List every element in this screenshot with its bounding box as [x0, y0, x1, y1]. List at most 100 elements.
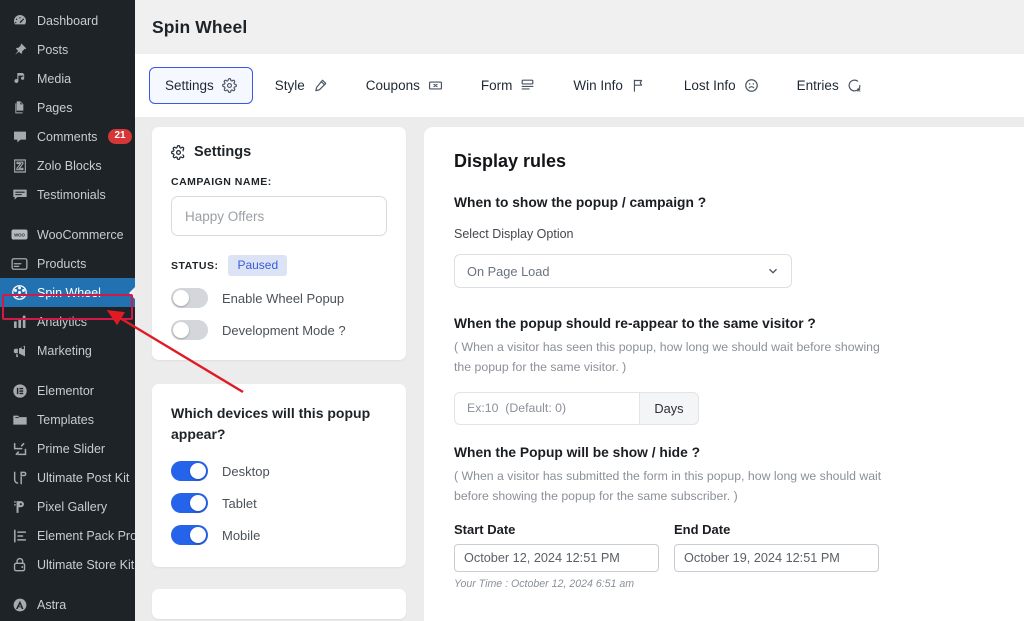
- devices-question: Which devices will this popup appear?: [171, 405, 371, 442]
- sidebar-item-dashboard[interactable]: Dashboard: [0, 6, 135, 35]
- device-tablet-toggle[interactable]: [171, 493, 208, 513]
- sidebar-item-label: Dashboard: [37, 13, 99, 28]
- sidebar-item-label: Ultimate Post Kit: [37, 470, 130, 485]
- reappear-question: When the popup should re-appear to the s…: [454, 316, 816, 331]
- end-date-col: End Date: [674, 522, 879, 572]
- reappear-days-input[interactable]: [454, 391, 639, 425]
- setting-development-mode--toggle[interactable]: [171, 320, 208, 340]
- status-badge: Paused: [228, 255, 288, 276]
- sidebar-item-media[interactable]: Media: [0, 64, 135, 93]
- display-rules-panel: Display rules When to show the popup / c…: [424, 127, 1024, 621]
- admin-sidebar: Dashboard Posts Media Pages Comments 21 Zolo B…: [0, 0, 135, 621]
- toggle-knob: [190, 495, 206, 511]
- reappear-days-group: Days: [454, 391, 699, 425]
- tab-form[interactable]: Form: [465, 67, 552, 104]
- end-date-label: End Date: [674, 521, 731, 537]
- app-root: Dashboard Posts Media Pages Comments 21 Zolo B…: [0, 0, 1024, 621]
- setting-label: Enable Wheel Popup: [222, 290, 345, 306]
- tab-label: Entries: [796, 78, 839, 93]
- spin-wheel-icon: [11, 284, 28, 301]
- products-icon: [11, 255, 28, 272]
- sidebar-item-elementor[interactable]: Elementor: [0, 376, 135, 405]
- comment-icon: [11, 128, 28, 145]
- status-label: STATUS:: [171, 259, 219, 272]
- templates-icon: [11, 411, 28, 428]
- gear-icon: [171, 144, 186, 160]
- sidebar-item-pixel-gallery[interactable]: Pixel Gallery: [0, 492, 135, 521]
- sidebar-item-label: Prime Slider: [37, 441, 106, 456]
- sad-face-icon: [744, 78, 759, 93]
- sidebar-item-templates[interactable]: Templates: [0, 405, 135, 434]
- sidebar-item-pages[interactable]: Pages: [0, 93, 135, 122]
- sidebar-item-posts[interactable]: Posts: [0, 35, 135, 64]
- sidebar-item-zolo-blocks[interactable]: Zolo Blocks: [0, 151, 135, 180]
- sidebar-item-label: Zolo Blocks: [37, 158, 102, 173]
- tab-label: Style: [274, 78, 305, 93]
- form-icon: [520, 78, 535, 93]
- sidebar-item-label: Testimonials: [37, 187, 106, 202]
- settings-card-header: Settings: [171, 144, 387, 160]
- display-option-value: On Page Load: [467, 263, 550, 279]
- sidebar-item-comments[interactable]: Comments 21: [0, 122, 135, 151]
- sidebar-item-label: Pages: [37, 100, 73, 115]
- tab-lost-info[interactable]: Lost Info: [668, 67, 775, 104]
- sidebar-item-astra[interactable]: Astra: [0, 590, 135, 619]
- sidebar-item-woocommerce[interactable]: WOO WooCommerce: [0, 220, 135, 249]
- date-range-row: Start Date End Date: [454, 522, 994, 572]
- device-row: Mobile: [171, 525, 387, 545]
- sidebar-item-products[interactable]: Products: [0, 249, 135, 278]
- woocommerce-icon: WOO: [11, 226, 28, 243]
- sidebar-item-spin-wheel[interactable]: Spin Wheel: [0, 278, 135, 307]
- tab-style[interactable]: Style: [259, 67, 344, 104]
- toggle-knob: [190, 463, 206, 479]
- content-area: Settings CAMPAIGN NAME: STATUS: Paused E…: [135, 117, 1024, 621]
- sidebar-item-ultimate-post-kit[interactable]: Ultimate Post Kit: [0, 463, 135, 492]
- days-unit-button[interactable]: Days: [639, 391, 699, 425]
- sidebar-item-ultimate-store-kit[interactable]: Ultimate Store Kit: [0, 550, 135, 579]
- sidebar-item-testimonials[interactable]: Testimonials: [0, 180, 135, 209]
- display-option-select[interactable]: On Page Load: [454, 254, 792, 288]
- settings-toggle-list: Enable Wheel Popup Development Mode ?: [171, 288, 387, 340]
- sidebar-item-label: Comments: [37, 129, 98, 144]
- start-date-input[interactable]: [454, 543, 659, 572]
- sidebar-item-label: Spin Wheel: [37, 285, 101, 300]
- sidebar-item-label: WooCommerce: [37, 227, 124, 242]
- when-show-question: When to show the popup / campaign ?: [454, 195, 707, 210]
- tab-settings[interactable]: Settings: [149, 67, 253, 104]
- tab-win-info[interactable]: Win Info: [557, 67, 662, 104]
- device-row: Desktop: [171, 461, 387, 481]
- end-date-input[interactable]: [674, 543, 879, 572]
- pixel-gallery-icon: [11, 498, 28, 515]
- sidebar-item-label: Templates: [37, 412, 94, 427]
- sidebar-item-prime-slider[interactable]: Prime Slider: [0, 434, 135, 463]
- sidebar-item-element-pack-pro[interactable]: Element Pack Pro: [0, 521, 135, 550]
- device-label: Tablet: [222, 495, 257, 511]
- campaign-name-label: CAMPAIGN NAME:: [171, 176, 272, 188]
- device-mobile-toggle[interactable]: [171, 525, 208, 545]
- start-date-label: Start Date: [454, 521, 516, 537]
- tab-label: Form: [480, 78, 513, 93]
- ultimate-post-kit-icon: [11, 469, 28, 486]
- settings-card-title: Settings: [194, 144, 252, 160]
- setting-enable-wheel-popup-toggle[interactable]: [171, 288, 208, 308]
- testimonials-icon: [11, 186, 28, 203]
- tab-coupons[interactable]: Coupons: [350, 67, 459, 104]
- sidebar-item-marketing[interactable]: Marketing: [0, 336, 135, 365]
- device-desktop-toggle[interactable]: [171, 461, 208, 481]
- entries-icon: [847, 78, 862, 93]
- device-label: Mobile: [222, 527, 261, 543]
- sidebar-item-analytics[interactable]: Analytics: [0, 307, 135, 336]
- toggle-knob: [173, 290, 189, 306]
- sidebar-item-label: Ultimate Store Kit: [37, 557, 135, 572]
- tab-label: Lost Info: [683, 78, 736, 93]
- device-toggle-list: Desktop Tablet Mobile: [171, 461, 387, 545]
- tab-entries[interactable]: Entries: [781, 67, 878, 104]
- sidebar-item-label: Elementor: [37, 383, 94, 398]
- flag-icon: [631, 78, 646, 93]
- sidebar-item-label: Pixel Gallery: [37, 499, 108, 514]
- left-column: Settings CAMPAIGN NAME: STATUS: Paused E…: [152, 127, 406, 621]
- campaign-name-input[interactable]: [171, 196, 387, 236]
- settings-card: Settings CAMPAIGN NAME: STATUS: Paused E…: [152, 127, 406, 360]
